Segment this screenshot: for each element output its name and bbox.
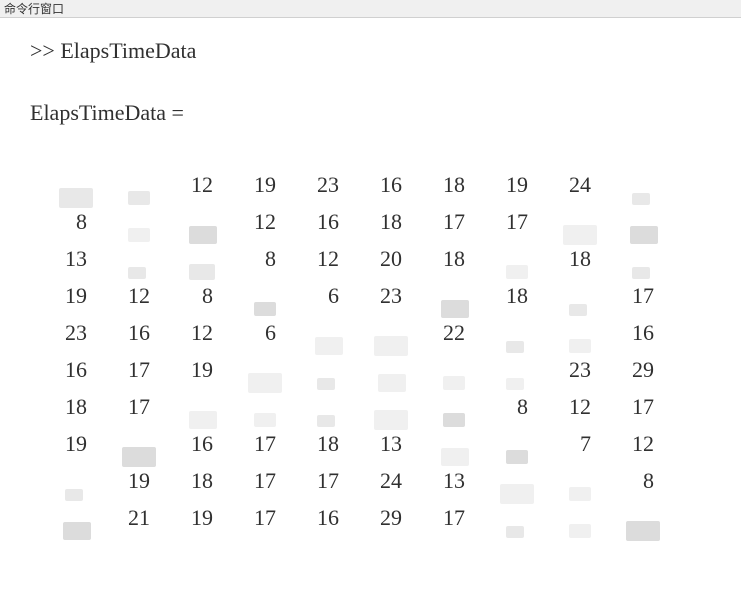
obscured-region: [63, 522, 91, 540]
matrix-cell: 18: [416, 246, 479, 272]
matrix-cell: 19: [479, 172, 542, 198]
matrix-cell: 16: [164, 431, 227, 457]
matrix-cell: 18: [479, 283, 542, 309]
window-titlebar: 命令行窗口: [0, 0, 741, 18]
matrix-cell: 29: [353, 505, 416, 531]
matrix-row: 211917162917: [38, 499, 741, 536]
matrix-row: 13812201818: [38, 240, 741, 277]
matrix-cell: 17: [101, 357, 164, 383]
matrix-cell: 13: [416, 468, 479, 494]
matrix-cell: 18: [164, 468, 227, 494]
matrix-cell: 7: [542, 431, 605, 457]
matrix-row: 1918171724138: [38, 462, 741, 499]
matrix-cell: 17: [605, 283, 668, 309]
matrix-cell: 19: [227, 172, 290, 198]
matrix-cell: 16: [353, 172, 416, 198]
matrix-cell: 20: [353, 246, 416, 272]
matrix-output: 1219231618192481216181717138122018181912…: [30, 166, 741, 536]
matrix-cell: 18: [353, 209, 416, 235]
matrix-cell: 19: [164, 357, 227, 383]
matrix-cell: 12: [290, 246, 353, 272]
matrix-cell: 18: [290, 431, 353, 457]
matrix-cell: 8: [164, 283, 227, 309]
matrix-cell: 19: [38, 431, 101, 457]
matrix-cell: 21: [101, 505, 164, 531]
matrix-cell: 24: [353, 468, 416, 494]
matrix-cell: 8: [38, 209, 101, 235]
matrix-cell: 13: [353, 431, 416, 457]
matrix-cell: 16: [605, 320, 668, 346]
matrix-cell: 17: [290, 468, 353, 494]
matrix-cell: 19: [38, 283, 101, 309]
matrix-cell: 6: [227, 320, 290, 346]
matrix-cell: 8: [605, 468, 668, 494]
matrix-cell: 23: [38, 320, 101, 346]
matrix-cell: 23: [290, 172, 353, 198]
matrix-cell: 13: [38, 246, 101, 272]
window-title: 命令行窗口: [4, 2, 64, 16]
obscured-region: [626, 521, 660, 541]
matrix-cell: 12: [101, 283, 164, 309]
prompt-text: >> ElapsTimeData: [30, 38, 196, 63]
matrix-row: 161719 2329: [38, 351, 741, 388]
matrix-cell: 17: [227, 431, 290, 457]
matrix-cell: 17: [227, 505, 290, 531]
matrix-cell: 12: [542, 394, 605, 420]
matrix-cell: 18: [542, 246, 605, 272]
matrix-cell: 29: [605, 357, 668, 383]
matrix-cell: 8: [479, 394, 542, 420]
matrix-cell: 17: [479, 209, 542, 235]
matrix-cell: 19: [101, 468, 164, 494]
matrix-cell: 17: [416, 505, 479, 531]
matrix-cell: 24: [542, 172, 605, 198]
matrix-cell: 23: [542, 357, 605, 383]
matrix-row: 19 16171813 712: [38, 425, 741, 462]
matrix-cell: 6: [290, 283, 353, 309]
matrix-row: 81216181717: [38, 203, 741, 240]
matrix-cell: 22: [416, 320, 479, 346]
matrix-cell: 16: [38, 357, 101, 383]
matrix-cell: 17: [227, 468, 290, 494]
matrix-row: 181781217: [38, 388, 741, 425]
matrix-cell: 17: [416, 209, 479, 235]
command-prompt-line: >> ElapsTimeData: [30, 38, 741, 64]
matrix-row: 12192316181924: [38, 166, 741, 203]
matrix-cell: 16: [290, 505, 353, 531]
matrix-cell: 19: [164, 505, 227, 531]
matrix-cell: 17: [605, 394, 668, 420]
matrix-cell: 23: [353, 283, 416, 309]
obscured-region: [506, 526, 524, 538]
matrix-row: 19128 623 18 17: [38, 277, 741, 314]
matrix-cell: 12: [605, 431, 668, 457]
matrix-cell: 18: [38, 394, 101, 420]
matrix-cell: 17: [101, 394, 164, 420]
matrix-cell: 16: [101, 320, 164, 346]
obscured-region: [569, 524, 591, 538]
matrix-cell: 16: [290, 209, 353, 235]
matrix-cell: 12: [164, 320, 227, 346]
matrix-cell: 12: [164, 172, 227, 198]
result-label-text: ElapsTimeData =: [30, 100, 184, 125]
result-variable-name: ElapsTimeData =: [30, 100, 741, 126]
matrix-cell: 8: [227, 246, 290, 272]
matrix-row: 23161262216: [38, 314, 741, 351]
command-window-content[interactable]: >> ElapsTimeData ElapsTimeData = 1219231…: [0, 18, 741, 536]
matrix-cell: 18: [416, 172, 479, 198]
matrix-cell: 12: [227, 209, 290, 235]
